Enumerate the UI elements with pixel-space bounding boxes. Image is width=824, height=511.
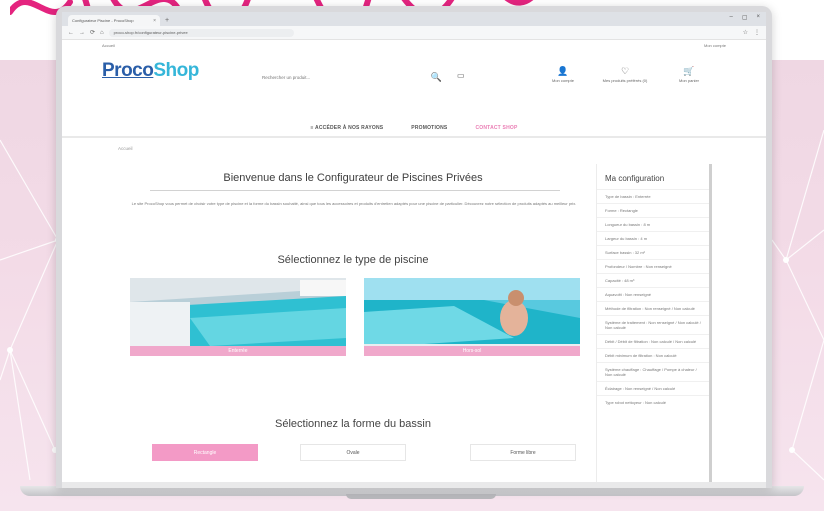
header-favorites-label: Mes produits préférés (0) [602,78,648,83]
forward-icon[interactable]: → [79,30,85,36]
back-icon[interactable]: ← [68,30,74,36]
url-field[interactable]: proco-shop.fr/configurateur-piscine-priv… [108,28,294,37]
shape-rectangle-button[interactable]: Rectangle [152,444,258,461]
sidebar-config-item: Type robot nettoyeur : Non calculé [597,395,709,409]
pool-type-label-inground: Enterrée [130,346,346,356]
header-account-label: Mon compte [551,78,574,83]
sidebar-config-item: Méthode de filtration : Non renseigné / … [597,301,709,315]
bookmark-star-icon[interactable]: ☆ [743,29,748,36]
pool-type-label-aboveground: Hors-sol [364,346,580,356]
address-bar: ← → ⟳ ⌂ proco-shop.fr/configurateur-pisc… [62,26,766,40]
breadcrumb[interactable]: Accueil [118,146,133,151]
cart-icon: 🛒 [683,66,695,76]
sidebar-config-item: Système de traitement : Non renseigné / … [597,315,709,334]
reload-icon[interactable]: ⟳ [90,29,95,36]
sidebar-config-item: Aquavoltt : Non renseigné [597,287,709,301]
window-controls: – ▢ × [729,14,760,21]
compare-icon[interactable]: ▭ [457,71,465,80]
search-input[interactable] [262,71,427,83]
home-icon[interactable]: ⌂ [100,30,104,36]
shape-freeform-button[interactable]: Forme libre [470,444,576,461]
address-bar-actions: ☆ ⋮ [743,29,760,36]
top-strip-account-link[interactable]: Mon compte [704,43,726,48]
aboveground-pool-image [364,278,580,356]
pool-shape-heading: Sélectionnez la forme du bassin [275,418,431,430]
header-cart-button[interactable]: 🛒 Mon panier [666,66,712,83]
sidebar-config-item: Profondeur / Nombre : Non renseigné [597,259,709,273]
intro-text: Le site ProcoShop vous permet de choisir… [131,201,577,206]
header-cart-label: Mon panier [678,78,699,83]
heart-icon: ♡ [620,66,630,76]
laptop-frame: Configurateur Piscine - ProcoShop × + – … [56,6,772,488]
screen-bottom-bar [62,482,766,488]
user-icon: 👤 [557,66,569,76]
sidebar-config-item: Système chauffage : Chauffage / Pompe à … [597,362,709,381]
nav-item-departments[interactable]: ≡ ACCÉDER À NOS RAYONS [311,125,384,131]
network-decoration-right [772,130,824,481]
new-tab-icon[interactable]: + [165,15,169,26]
header-account-button[interactable]: 👤 Mon compte [540,66,586,83]
pool-type-heading: Sélectionnez le type de piscine [277,254,429,266]
site-header: ProcoShop 🔍 ▭ 👤 Mon compte ♡ Mes produit… [62,50,766,102]
top-strip-home-link[interactable]: Accueil [102,43,115,48]
title-divider [150,190,560,191]
sidebar-config-item: Forme : Rectangle [597,203,709,217]
configuration-sidebar: Ma configuration Type de bassin : Enterr… [596,164,712,482]
sidebar-config-item: Capacité : 48 m³ [597,273,709,287]
sidebar-config-item: Surface bassin : 32 m² [597,245,709,259]
search-icon[interactable]: 🔍 [431,72,442,83]
browser-menu-icon[interactable]: ⋮ [754,29,760,36]
maximize-icon[interactable]: ▢ [742,14,748,21]
nav-item-promotions[interactable]: PROMOTIONS [411,125,447,131]
pool-type-card-inground[interactable]: Enterrée [130,278,346,356]
browser-tab[interactable]: Configurateur Piscine - ProcoShop × [68,15,160,26]
header-favorites-button[interactable]: ♡ Mes produits préférés (0) [602,66,648,83]
sidebar-config-item: Débit minimum de filtration : Non calcul… [597,348,709,362]
close-window-icon[interactable]: × [756,14,760,21]
nav-item-contact[interactable]: CONTACT SHOP [475,125,517,131]
sidebar-config-item: Type de bassin : Enterrée [597,189,709,203]
sidebar-config-item: Débit / Débit de filtration : Non calcul… [597,334,709,348]
logo-part-shop: Shop [153,60,199,81]
sidebar-config-item: Longueur du bassin : 8 m [597,217,709,231]
sidebar-config-item: Largeur du bassin : 4 m [597,231,709,245]
search-bar: 🔍 [262,70,442,84]
site-top-strip: Accueil Mon compte [62,40,766,50]
browser-tab-title: Configurateur Piscine - ProcoShop [72,18,134,23]
site-logo[interactable]: ProcoShop [102,60,199,82]
main-navigation: ≡ ACCÉDER À NOS RAYONS PROMOTIONS CONTAC… [62,120,766,138]
laptop-notch [346,494,496,499]
browser-screen: Configurateur Piscine - ProcoShop × + – … [62,12,766,482]
inground-pool-image [130,278,346,356]
tab-close-icon[interactable]: × [153,18,156,24]
shape-oval-button[interactable]: Ovale [300,444,406,461]
logo-part-proco: Proco [102,60,154,81]
page-title: Bienvenue dans le Configurateur de Pisci… [223,172,483,184]
minimize-icon[interactable]: – [729,14,732,21]
sidebar-title: Ma configuration [605,174,665,183]
browser-tab-bar: Configurateur Piscine - ProcoShop × + – … [62,12,766,26]
sidebar-config-item: Éclairage : Non renseigné / Non calculé [597,381,709,395]
pool-type-card-aboveground[interactable]: Hors-sol [364,278,580,356]
